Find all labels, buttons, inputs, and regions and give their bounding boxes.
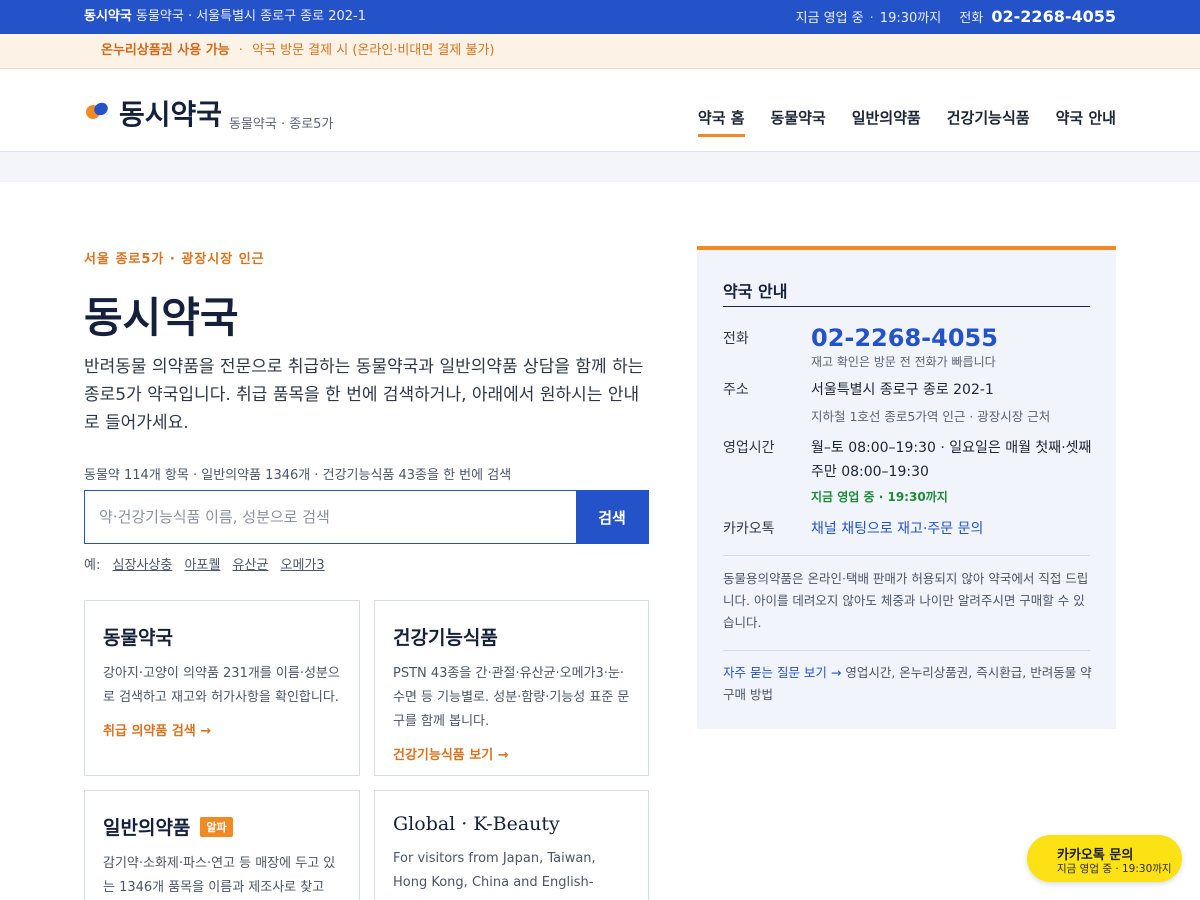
examples-label: 예: [84, 558, 101, 573]
example-link[interactable]: 유산균 [232, 558, 268, 573]
kakao-button-status: 지금 영업 중 · 19:30까지 [1057, 863, 1172, 875]
header-band [0, 152, 1200, 182]
card-health-supplements[interactable]: 건강기능식품 PSTN 43종을 간·관절·유산균·오메가3·눈·수면 등 기능… [374, 600, 649, 776]
kakao-label: 카카오톡 [723, 521, 775, 537]
hours-label: 영업시간 [723, 440, 775, 456]
topbar-phone-link[interactable]: 02-2268-4055 [991, 7, 1116, 26]
card-title: 건강기능식품 [393, 627, 498, 649]
top-utility-bar: 동시약국 동물약국 · 서울특별시 종로구 종로 202-1 지금 영업 중 · 1… [0, 0, 1200, 34]
search-input[interactable] [85, 491, 576, 543]
faq-link[interactable]: 자주 묻는 질문 보기 → [723, 665, 841, 680]
address-value: 서울특별시 종로구 종로 202-1 [811, 382, 994, 398]
panel-phone-link[interactable]: 02-2268-4055 [811, 324, 998, 352]
logo-icon[interactable] [83, 100, 111, 122]
main-nav: 약국 홈 동물약국 일반의약품 건강기능식품 약국 안내 [697, 107, 1116, 137]
card-global-kbeauty[interactable]: Global · K-Beauty For visitors from Japa… [374, 790, 649, 900]
notice-text: 약국 방문 결제 시 (온라인·비대면 결제 불가) [252, 43, 495, 58]
card-link[interactable]: 건강기능식품 보기 → [393, 744, 630, 763]
card-description: 강아지·고양이 의약품 231개를 이름·성분으로 검색하고 재고와 허가사항을… [103, 666, 340, 705]
brand-name[interactable]: 동시약국 [119, 93, 222, 133]
topbar-address: 동물약국 · 서울특별시 종로구 종로 202-1 [135, 9, 366, 24]
hero-title: 동시약국 [84, 293, 239, 342]
card-animal-pharmacy[interactable]: 동물약국 강아지·고양이 의약품 231개를 이름·성분으로 검색하고 재고와 … [84, 600, 360, 776]
example-link[interactable]: 아포퀠 [184, 558, 220, 573]
alpha-badge: 알파 [200, 816, 233, 837]
hours-line-1: 월–토 08:00–19:30 · 일요일은 매월 첫째·셋째 [811, 440, 1092, 456]
hours-line-2: 주만 08:00–19:30 [811, 464, 929, 480]
search-button[interactable]: 검색 [576, 491, 648, 543]
topbar-open-status: 지금 영업 중 [795, 11, 864, 26]
panel-divider [723, 306, 1090, 307]
nav-item-home[interactable]: 약국 홈 [697, 107, 745, 137]
nav-item-animal-pharmacy[interactable]: 동물약국 [771, 107, 826, 137]
panel-separator [723, 555, 1090, 556]
faq-section: 자주 묻는 질문 보기 → 영업시간, 온누리상품권, 즉시환급, 반려동물 약… [723, 662, 1093, 706]
search-box: 검색 [84, 490, 649, 544]
card-title: 일반의약품 [103, 817, 191, 839]
card-description: PSTN 43종을 간·관절·유산균·오메가3·눈·수면 등 기능별로. 성분·… [393, 666, 630, 729]
phone-note: 재고 확인은 방문 전 전화가 빠릅니다 [811, 355, 996, 369]
card-title: Global · K-Beauty [393, 813, 560, 835]
hero-eyebrow: 서울 종로5가 · 광장시장 인근 [84, 252, 265, 267]
search-meta: 동물약 114개 항목 · 일반의약품 1346개 · 건강기능식품 43종을 … [84, 468, 512, 483]
card-description: For visitors from Japan, Taiwan, Hong Ko… [393, 851, 596, 900]
nav-item-otc-medicine[interactable]: 일반의약품 [852, 107, 921, 137]
topbar-location: 동시약국 동물약국 · 서울특별시 종로구 종로 202-1 [84, 0, 366, 34]
address-label: 주소 [723, 382, 749, 398]
card-title: 동물약국 [103, 627, 173, 649]
topbar-pharmacy-name: 동시약국 [84, 9, 132, 24]
topbar-phone-label: 전화 [959, 11, 984, 26]
panel-separator [723, 650, 1090, 651]
site-header: 동시약국 동물약국 · 종로5가 약국 홈 동물약국 일반의약품 건강기능식품 … [0, 69, 1200, 152]
hero-description: 반려동물 의약품을 전문으로 취급하는 동물약국과 일반의약품 상담을 함께 하… [84, 357, 644, 433]
panel-note: 동물용의약품은 온라인·택배 판매가 허용되지 않아 약국에서 직접 드립니다.… [723, 571, 1089, 630]
card-link[interactable]: 취급 의약품 검색 → [103, 720, 341, 739]
nav-item-health-supplements[interactable]: 건강기능식품 [947, 107, 1030, 137]
phone-label: 전화 [723, 331, 749, 347]
kakao-channel-link[interactable]: 채널 채팅으로 재고·주문 문의 [811, 518, 983, 538]
address-note: 지하철 1호선 종로5가역 인근 · 광장시장 근처 [811, 409, 1051, 424]
example-link[interactable]: 오메가3 [281, 558, 325, 573]
notice-highlight: 온누리상품권 사용 가능 [101, 43, 230, 58]
kakao-inquiry-button[interactable]: 카카오톡 문의 지금 영업 중 · 19:30까지 [1027, 835, 1182, 882]
card-otc-medicine[interactable]: 일반의약품 알파 감기약·소화제·파스·연고 등 매장에 두고 있는 1346개… [84, 790, 360, 900]
open-status: 지금 영업 중 · 19:30까지 [811, 490, 948, 504]
topbar-contact: 지금 영업 중 · 19:30까지 전화 02-2268-4055 [795, 7, 1116, 26]
brand-subtitle: 동물약국 · 종로5가 [229, 117, 334, 132]
search-examples: 예: 심장사상충 아포퀠 유산균 오메가3 [84, 554, 325, 573]
panel-title: 약국 안내 [723, 282, 788, 301]
notice-banner: 온누리상품권 사용 가능 · 약국 방문 결제 시 (온라인·비대면 결제 불가… [0, 34, 1200, 69]
example-link[interactable]: 심장사상충 [112, 558, 172, 573]
pharmacy-info-panel: 약국 안내 전화 02-2268-4055 재고 확인은 방문 전 전화가 빠릅… [697, 246, 1116, 729]
nav-item-pharmacy-info[interactable]: 약국 안내 [1056, 107, 1116, 137]
card-description: 감기약·소화제·파스·연고 등 매장에 두고 있는 1346개 품목을 이름과 … [103, 856, 336, 895]
topbar-hours: 19:30까지 [879, 11, 942, 26]
